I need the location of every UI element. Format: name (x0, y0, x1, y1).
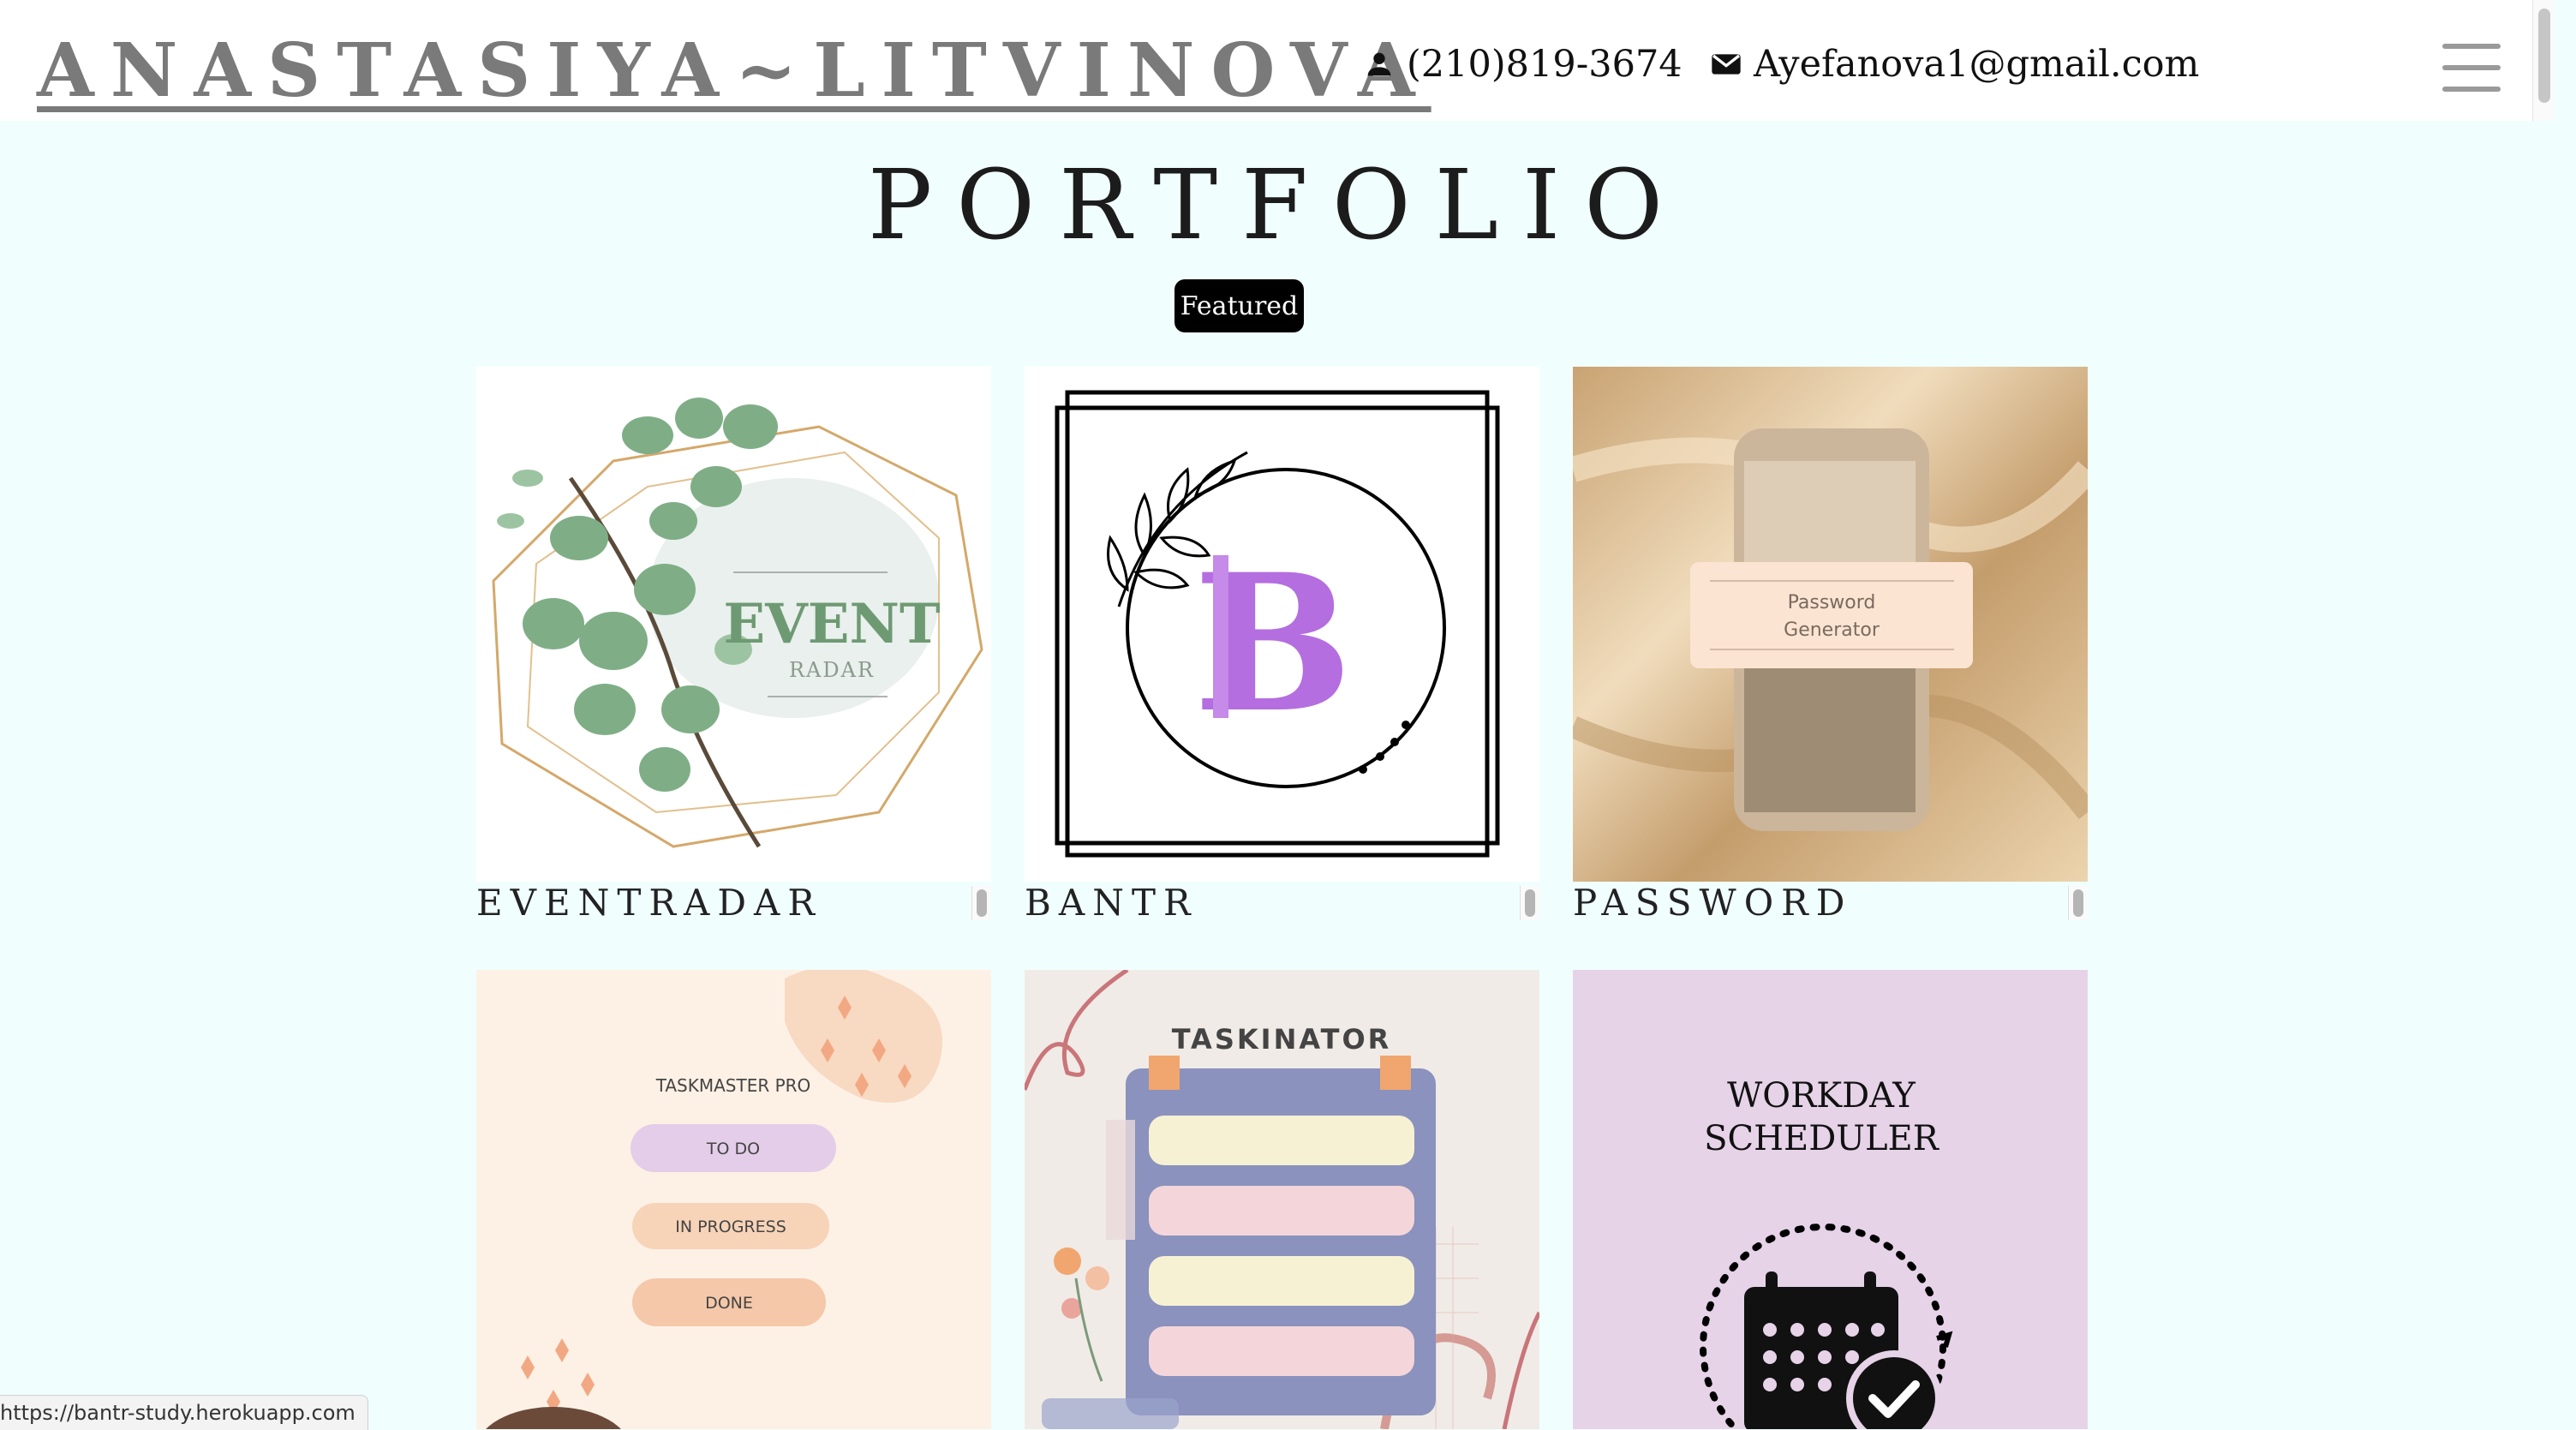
password-art-line2: Generator (1784, 619, 1880, 641)
project-card-password[interactable]: Password Generator PASSWORD (1573, 367, 2088, 924)
project-card-taskinator[interactable]: TASKINATOR (1025, 970, 1539, 1429)
workday-art-line1: WORKDAY (1727, 1076, 1916, 1116)
taskmaster-art-title: TASKMASTER PRO (655, 1075, 811, 1096)
mail-icon (1712, 54, 1741, 75)
email-address: Ayefanova1@gmail.com (1754, 43, 2200, 86)
taskinator-art-title: TASKINATOR (1172, 1023, 1392, 1056)
featured-filter-button[interactable]: Featured (1174, 279, 1304, 332)
taskinator-thumbnail[interactable]: TASKINATOR (1025, 970, 1539, 1429)
project-card-taskmaster[interactable]: TASKMASTER PRO TO DO IN PROGRESS DONE (476, 970, 991, 1429)
status-bar-url: https://bantr-study.herokuapp.com (0, 1395, 368, 1430)
workday-art-line2: SCHEDULER (1704, 1119, 1940, 1158)
person-icon (1367, 52, 1391, 76)
taskmaster-thumbnail[interactable]: TASKMASTER PRO TO DO IN PROGRESS DONE (476, 970, 991, 1429)
taskmaster-item-in-progress: IN PROGRESS (675, 1218, 786, 1236)
caption-scrollbar[interactable] (971, 886, 991, 920)
phone-number: (210)819-3674 (1407, 43, 1682, 86)
taskmaster-item-todo: TO DO (706, 1140, 760, 1158)
hamburger-menu-icon[interactable] (2442, 44, 2501, 92)
project-caption[interactable]: PASSWORD (1573, 882, 2088, 924)
site-header: ANASTASIYA~LITVINOVA (210)819-3674 Ayefa… (0, 0, 2555, 121)
taskmaster-item-done: DONE (705, 1294, 753, 1313)
project-card-workday-scheduler[interactable]: WORKDAY SCHEDULER (1573, 970, 2088, 1429)
phone-contact[interactable]: (210)819-3674 (1362, 43, 1682, 86)
site-brand-link[interactable]: ANASTASIYA~LITVINOVA (37, 24, 1431, 118)
eventradar-thumbnail[interactable]: EVENT RADAR (476, 367, 991, 882)
page-title: PORTFOLIO (867, 150, 1688, 261)
project-caption[interactable]: BANTR (1025, 882, 1539, 924)
bantr-thumbnail[interactable]: B (1025, 367, 1539, 882)
caption-scrollbar[interactable] (1520, 886, 1539, 920)
bantr-logo-icon: B (1055, 390, 1500, 858)
eventradar-art-subtitle: RADAR (789, 658, 875, 682)
caption-scrollbar[interactable] (2068, 886, 2088, 920)
workday-scheduler-thumbnail[interactable]: WORKDAY SCHEDULER (1573, 970, 2088, 1429)
page-scrollbar[interactable] (2532, 0, 2555, 121)
page-scrollbar-thumb[interactable] (2538, 9, 2550, 103)
project-card-bantr[interactable]: B BANTR (1025, 367, 1539, 924)
password-art-line1: Password (1788, 592, 1876, 613)
password-thumbnail[interactable]: Password Generator (1573, 367, 2088, 882)
email-contact[interactable]: Ayefanova1@gmail.com (1709, 43, 2199, 86)
eventradar-art-title: EVENT (723, 592, 940, 656)
project-caption[interactable]: EVENTRADAR (476, 882, 991, 924)
project-card-eventradar[interactable]: EVENT RADAR EVENTRADAR (476, 367, 991, 924)
